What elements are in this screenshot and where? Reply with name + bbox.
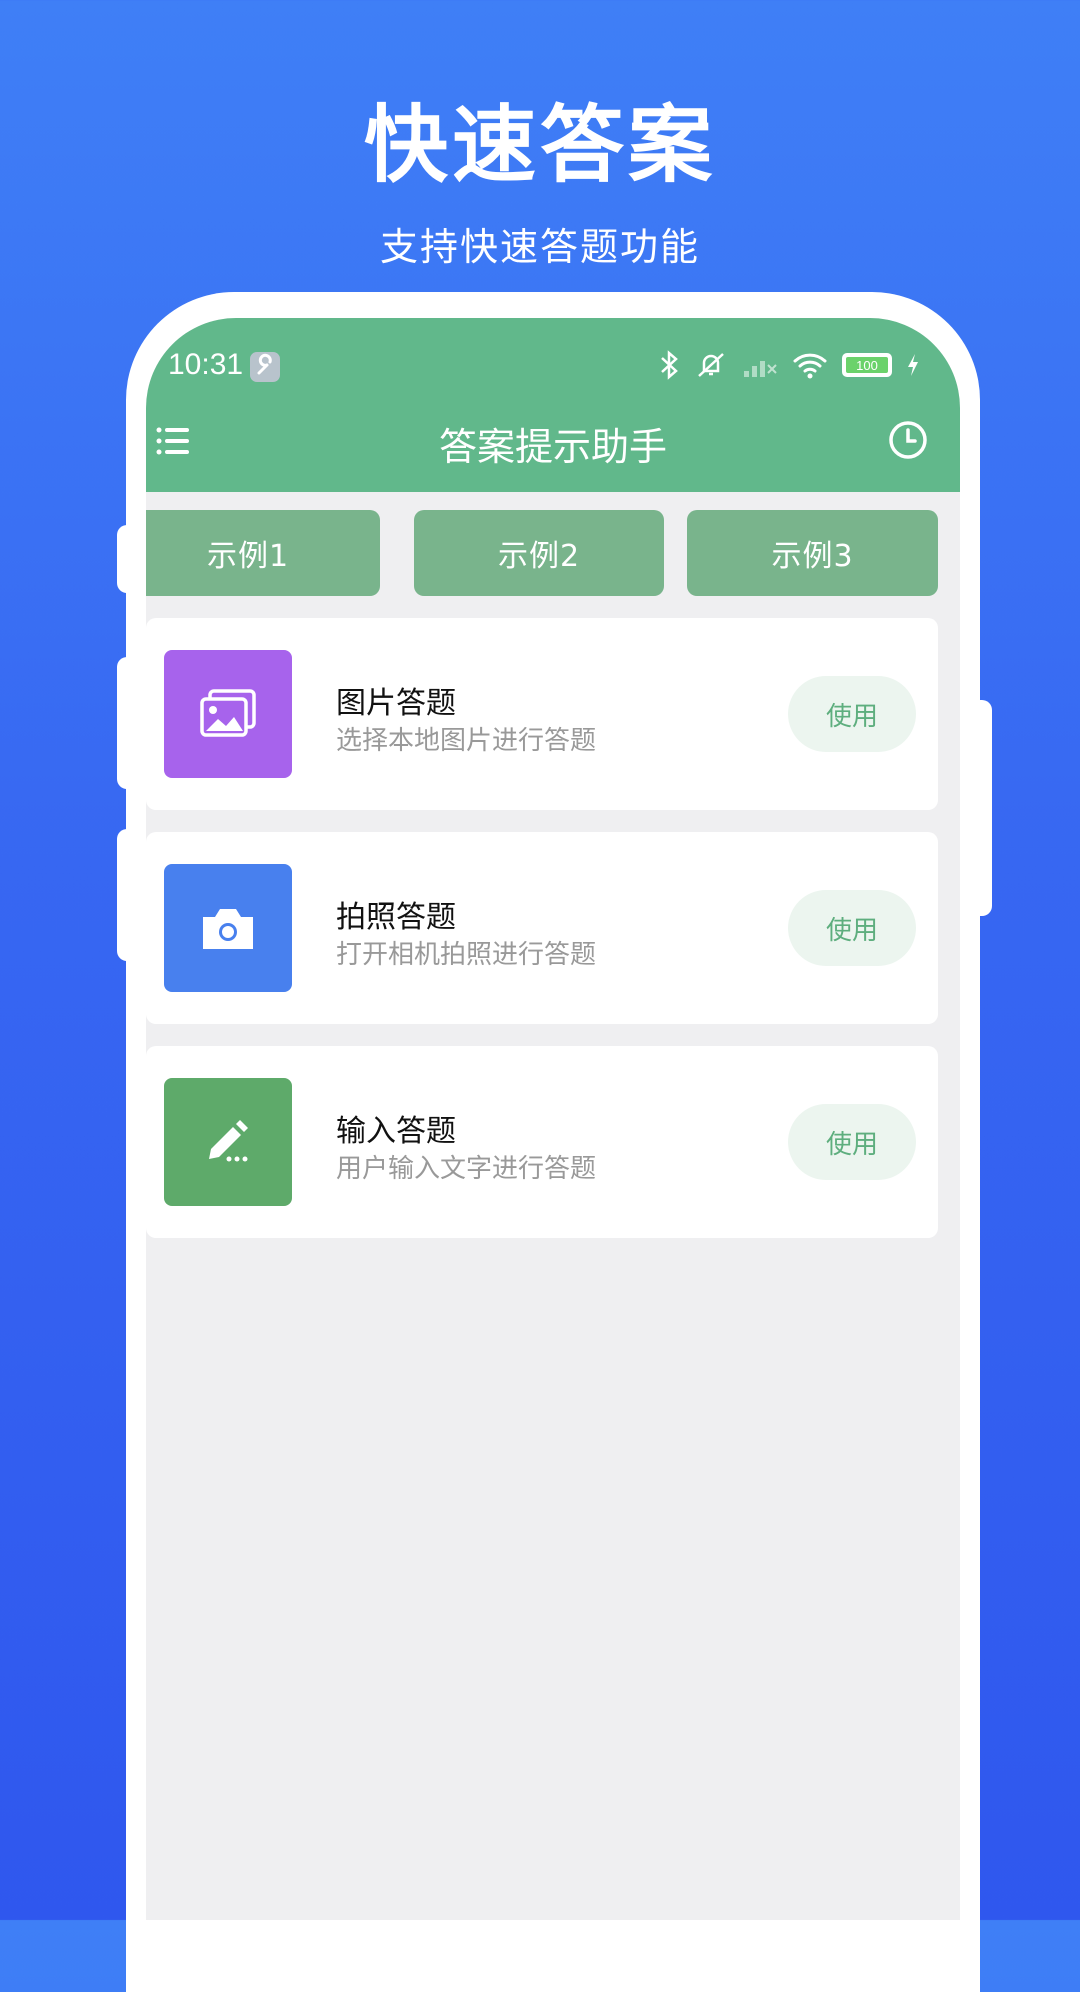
tab-example-2[interactable]: 示例2 <box>414 510 664 596</box>
history-icon[interactable] <box>888 420 928 460</box>
card-description: 选择本地图片进行答题 <box>336 726 597 756</box>
use-button[interactable]: 使用 <box>788 890 916 966</box>
battery-icon: 100 <box>842 353 892 377</box>
battery-level: 100 <box>846 357 888 373</box>
tab-example-3[interactable]: 示例3 <box>687 510 938 596</box>
list-item-image-answer[interactable]: 图片答题 选择本地图片进行答题 使用 <box>146 618 938 810</box>
card-title: 图片答题 <box>336 686 456 721</box>
app-title: 答案提示助手 <box>438 425 667 469</box>
image-icon <box>164 650 292 778</box>
list-item-input-answer[interactable]: 输入答题 用户输入文字进行答题 使用 <box>146 1046 938 1238</box>
phone-screen: 10:31 100 答案提示助手 示例1 示例2 示例3 图片答题 选择本地图片… <box>146 318 960 1920</box>
use-button[interactable]: 使用 <box>788 1104 916 1180</box>
charging-icon <box>908 354 918 376</box>
card-title: 拍照答题 <box>336 900 456 935</box>
card-title: 输入答题 <box>336 1114 456 1149</box>
card-description: 打开相机拍照进行答题 <box>336 940 597 970</box>
list-item-camera-answer[interactable]: 拍照答题 打开相机拍照进行答题 使用 <box>146 832 938 1024</box>
promo-title: 快速答案 <box>363 96 716 194</box>
status-icons: 100 <box>658 348 920 382</box>
wrench-icon <box>250 352 280 382</box>
app-header: 10:31 100 答案提示助手 <box>146 318 960 492</box>
wifi-icon <box>793 353 827 379</box>
card-description: 用户输入文字进行答题 <box>336 1154 597 1184</box>
pencil-icon <box>164 1078 292 1206</box>
signal-icon <box>744 361 777 377</box>
mute-icon <box>698 353 724 377</box>
use-button[interactable]: 使用 <box>788 676 916 752</box>
bluetooth-icon <box>661 350 678 380</box>
tab-example-1[interactable]: 示例1 <box>146 510 380 596</box>
camera-icon <box>164 864 292 992</box>
promo-subtitle: 支持快速答题功能 <box>379 225 700 269</box>
status-time: 10:31 <box>168 348 244 381</box>
tab-bar: 示例1 示例2 示例3 <box>146 510 960 596</box>
